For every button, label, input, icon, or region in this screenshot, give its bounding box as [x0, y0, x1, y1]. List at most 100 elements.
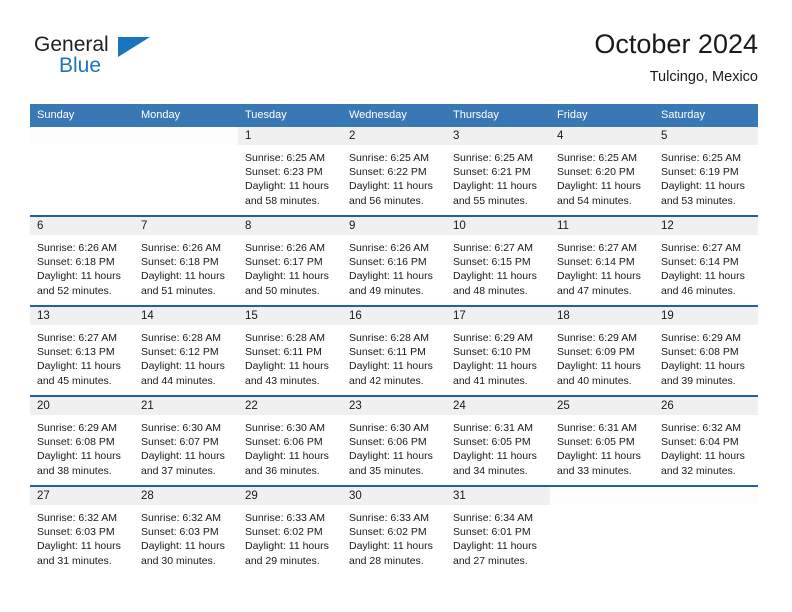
calendar-day-cell[interactable]: 6 Sunrise: 6:26 AM Sunset: 6:18 PM Daylight… — [30, 215, 134, 306]
calendar-day-cell[interactable]: 5 Sunrise: 6:25 AM Sunset: 6:19 PM Daylight… — [654, 127, 758, 216]
calendar-empty-cell — [134, 127, 238, 216]
weekday-header-thursday: Thursday — [446, 104, 550, 127]
calendar-day-cell[interactable]: 11 Sunrise: 6:27 AM Sunset: 6:14 PM Dayligh… — [550, 215, 654, 306]
calendar-day-cell[interactable]: 20 Sunrise: 6:29 AM Sunset: 6:08 PM Dayligh… — [30, 395, 134, 486]
day-details: Sunrise: 6:25 AM Sunset: 6:21 PM Daylight:… — [446, 145, 550, 208]
day-details: Sunrise: 6:29 AM Sunset: 6:10 PM Daylight:… — [446, 325, 550, 388]
calendar-day-cell[interactable]: 29 Sunrise: 6:33 AM Sunset: 6:02 PM Dayligh… — [238, 485, 342, 575]
sunset-text: Sunset: 6:06 PM — [245, 436, 323, 449]
daylight-text: Daylight: 11 hours and 53 minutes. — [661, 180, 745, 207]
day-details: Sunrise: 6:31 AM Sunset: 6:05 PM Daylight:… — [446, 415, 550, 478]
day-number: 3 — [446, 127, 550, 145]
weekday-header-friday: Friday — [550, 104, 654, 127]
day-number: 24 — [446, 397, 550, 415]
calendar-day-cell[interactable]: 26 Sunrise: 6:32 AM Sunset: 6:04 PM Dayligh… — [654, 395, 758, 486]
calendar-week-row: 6 Sunrise: 6:26 AM Sunset: 6:18 PM Daylight… — [30, 215, 758, 306]
calendar-day-cell[interactable]: 7 Sunrise: 6:26 AM Sunset: 6:18 PM Daylight… — [134, 215, 238, 306]
sunset-text: Sunset: 6:09 PM — [557, 346, 635, 359]
daylight-text: Daylight: 11 hours and 31 minutes. — [37, 540, 121, 567]
day-number: 20 — [30, 397, 134, 415]
calendar-day-cell[interactable]: 16 Sunrise: 6:28 AM Sunset: 6:11 PM Dayligh… — [342, 305, 446, 396]
daylight-text: Daylight: 11 hours and 42 minutes. — [349, 360, 433, 387]
calendar-day-cell[interactable]: 28 Sunrise: 6:32 AM Sunset: 6:03 PM Dayligh… — [134, 485, 238, 575]
calendar-day-cell[interactable]: 15 Sunrise: 6:28 AM Sunset: 6:11 PM Dayligh… — [238, 305, 342, 396]
sunrise-text: Sunrise: 6:33 AM — [349, 512, 429, 524]
daylight-text: Daylight: 11 hours and 40 minutes. — [557, 360, 641, 387]
day-number: 30 — [342, 487, 446, 505]
day-details: Sunrise: 6:29 AM Sunset: 6:09 PM Daylight:… — [550, 325, 654, 388]
sunrise-text: Sunrise: 6:32 AM — [141, 512, 221, 524]
calendar-day-cell[interactable]: 4 Sunrise: 6:25 AM Sunset: 6:20 PM Daylight… — [550, 127, 654, 216]
calendar-day-cell[interactable]: 1 Sunrise: 6:25 AM Sunset: 6:23 PM Daylight… — [238, 127, 342, 216]
daylight-text: Daylight: 11 hours and 46 minutes. — [661, 270, 745, 297]
calendar-day-cell[interactable]: 22 Sunrise: 6:30 AM Sunset: 6:06 PM Dayligh… — [238, 395, 342, 486]
calendar-day-cell[interactable]: 17 Sunrise: 6:29 AM Sunset: 6:10 PM Dayligh… — [446, 305, 550, 396]
day-details: Sunrise: 6:27 AM Sunset: 6:13 PM Daylight:… — [30, 325, 134, 388]
daylight-text: Daylight: 11 hours and 37 minutes. — [141, 450, 225, 477]
sunset-text: Sunset: 6:12 PM — [141, 346, 219, 359]
calendar-day-cell[interactable]: 9 Sunrise: 6:26 AM Sunset: 6:16 PM Daylight… — [342, 215, 446, 306]
sunrise-text: Sunrise: 6:26 AM — [37, 242, 117, 254]
calendar-day-cell[interactable]: 24 Sunrise: 6:31 AM Sunset: 6:05 PM Dayligh… — [446, 395, 550, 486]
sunset-text: Sunset: 6:19 PM — [661, 166, 739, 179]
daylight-text: Daylight: 11 hours and 43 minutes. — [245, 360, 329, 387]
day-number: 29 — [238, 487, 342, 505]
day-details: Sunrise: 6:28 AM Sunset: 6:12 PM Daylight:… — [134, 325, 238, 388]
calendar-day-cell[interactable]: 12 Sunrise: 6:27 AM Sunset: 6:14 PM Dayligh… — [654, 215, 758, 306]
sunrise-text: Sunrise: 6:27 AM — [557, 242, 637, 254]
logo-text-blue: Blue — [59, 54, 102, 77]
generalblue-logo[interactable]: General Blue — [34, 33, 174, 85]
sunrise-text: Sunrise: 6:27 AM — [453, 242, 533, 254]
sunrise-text: Sunrise: 6:28 AM — [245, 332, 325, 344]
calendar-grid: Sunday Monday Tuesday Wednesday Thursday… — [30, 104, 758, 575]
day-number: 11 — [550, 217, 654, 235]
sunset-text: Sunset: 6:08 PM — [37, 436, 115, 449]
calendar-day-cell[interactable]: 10 Sunrise: 6:27 AM Sunset: 6:15 PM Dayligh… — [446, 215, 550, 306]
calendar-empty-cell — [654, 485, 758, 575]
calendar-day-cell[interactable]: 8 Sunrise: 6:26 AM Sunset: 6:17 PM Daylight… — [238, 215, 342, 306]
daylight-text: Daylight: 11 hours and 54 minutes. — [557, 180, 641, 207]
day-number: 18 — [550, 307, 654, 325]
day-details: Sunrise: 6:25 AM Sunset: 6:20 PM Daylight:… — [550, 145, 654, 208]
calendar-day-cell[interactable]: 3 Sunrise: 6:25 AM Sunset: 6:21 PM Daylight… — [446, 127, 550, 216]
weekday-header-wednesday: Wednesday — [342, 104, 446, 127]
day-number: 21 — [134, 397, 238, 415]
daylight-text: Daylight: 11 hours and 48 minutes. — [453, 270, 537, 297]
calendar-day-cell[interactable]: 13 Sunrise: 6:27 AM Sunset: 6:13 PM Dayligh… — [30, 305, 134, 396]
calendar-day-cell[interactable]: 30 Sunrise: 6:33 AM Sunset: 6:02 PM Dayligh… — [342, 485, 446, 575]
day-number: 4 — [550, 127, 654, 145]
day-number: 26 — [654, 397, 758, 415]
daylight-text: Daylight: 11 hours and 30 minutes. — [141, 540, 225, 567]
calendar-empty-cell — [30, 127, 134, 216]
day-number: 27 — [30, 487, 134, 505]
sunrise-text: Sunrise: 6:31 AM — [453, 422, 533, 434]
calendar-empty-cell — [550, 485, 654, 575]
daylight-text: Daylight: 11 hours and 34 minutes. — [453, 450, 537, 477]
sunrise-text: Sunrise: 6:32 AM — [37, 512, 117, 524]
sunset-text: Sunset: 6:14 PM — [661, 256, 739, 269]
day-details: Sunrise: 6:26 AM Sunset: 6:17 PM Daylight:… — [238, 235, 342, 298]
daylight-text: Daylight: 11 hours and 52 minutes. — [37, 270, 121, 297]
sunset-text: Sunset: 6:21 PM — [453, 166, 531, 179]
sunrise-text: Sunrise: 6:29 AM — [661, 332, 741, 344]
sunset-text: Sunset: 6:23 PM — [245, 166, 323, 179]
sunset-text: Sunset: 6:03 PM — [141, 526, 219, 539]
calendar-day-cell[interactable]: 31 Sunrise: 6:34 AM Sunset: 6:01 PM Dayligh… — [446, 485, 550, 575]
calendar-day-cell[interactable]: 25 Sunrise: 6:31 AM Sunset: 6:05 PM Dayligh… — [550, 395, 654, 486]
calendar-day-cell[interactable]: 27 Sunrise: 6:32 AM Sunset: 6:03 PM Dayligh… — [30, 485, 134, 575]
daylight-text: Daylight: 11 hours and 28 minutes. — [349, 540, 433, 567]
sunrise-text: Sunrise: 6:29 AM — [453, 332, 533, 344]
sunset-text: Sunset: 6:14 PM — [557, 256, 635, 269]
sunset-text: Sunset: 6:11 PM — [349, 346, 426, 359]
calendar-day-cell[interactable]: 19 Sunrise: 6:29 AM Sunset: 6:08 PM Dayligh… — [654, 305, 758, 396]
calendar-day-cell[interactable]: 18 Sunrise: 6:29 AM Sunset: 6:09 PM Dayligh… — [550, 305, 654, 396]
calendar-day-cell[interactable]: 21 Sunrise: 6:30 AM Sunset: 6:07 PM Dayligh… — [134, 395, 238, 486]
day-number: 8 — [238, 217, 342, 235]
day-number: 13 — [30, 307, 134, 325]
daylight-text: Daylight: 11 hours and 49 minutes. — [349, 270, 433, 297]
calendar-day-cell[interactable]: 14 Sunrise: 6:28 AM Sunset: 6:12 PM Dayligh… — [134, 305, 238, 396]
day-number — [654, 487, 758, 505]
calendar-day-cell[interactable]: 2 Sunrise: 6:25 AM Sunset: 6:22 PM Daylight… — [342, 127, 446, 216]
calendar-day-cell[interactable]: 23 Sunrise: 6:30 AM Sunset: 6:06 PM Dayligh… — [342, 395, 446, 486]
calendar-week-row: 27 Sunrise: 6:32 AM Sunset: 6:03 PM Dayligh… — [30, 485, 758, 575]
